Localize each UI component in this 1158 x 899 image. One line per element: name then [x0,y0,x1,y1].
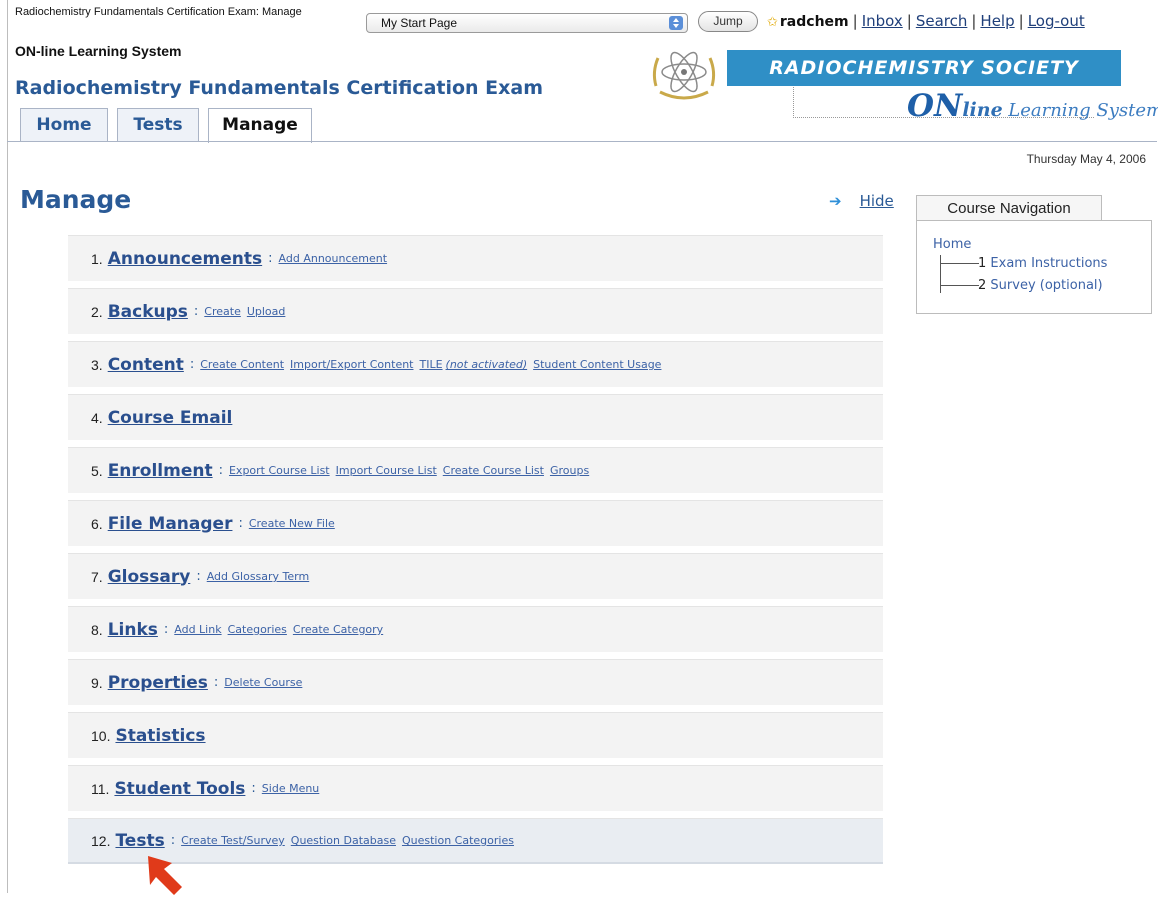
course-title: Radiochemistry Fundamentals Certificatio… [15,77,544,99]
inbox-link[interactable]: Inbox [862,12,903,30]
links-link[interactable]: Links [108,620,158,640]
upload-backup-link[interactable]: Upload [247,305,286,318]
course-navigation-tab[interactable]: Course Navigation [916,195,1102,221]
groups-link[interactable]: Groups [550,464,589,477]
export-course-list-link[interactable]: Export Course List [229,464,330,477]
jump-select-value: My Start Page [381,16,458,30]
announcements-link[interactable]: Announcements [108,249,262,269]
list-item-glossary: 7. Glossary: Add Glossary Term [68,553,883,599]
create-test-survey-link[interactable]: Create Test/Survey [181,834,285,847]
star-icon: ✩ [767,15,778,30]
import-course-list-link[interactable]: Import Course List [336,464,437,477]
course-nav-item-survey[interactable]: 2 Survey (optional) [978,278,1103,293]
tile-not-activated-note: (not activated) [445,358,528,371]
properties-link[interactable]: Properties [108,673,208,693]
student-tools-link[interactable]: Student Tools [114,779,245,799]
current-date: Thursday May 4, 2006 [1026,152,1146,166]
hide-link[interactable]: ➔ Hide [829,192,894,210]
list-item-backups: 2. Backups: Create Upload [68,288,883,334]
delete-course-link[interactable]: Delete Course [224,676,302,689]
page-title: Manage [20,185,132,214]
add-glossary-term-link[interactable]: Add Glossary Term [207,570,310,583]
list-item-properties: 9. Properties: Delete Course [68,659,883,705]
list-item-enrollment: 5. Enrollment: Export Course List Import Co… [68,447,883,493]
list-item-tests: 12. Tests: Create Test/Survey Question Data… [68,818,883,864]
statistics-link[interactable]: Statistics [115,726,205,746]
list-item-announcements: 1. Announcements: Add Announcement [68,235,883,281]
add-link-link[interactable]: Add Link [174,623,221,636]
system-name: ON-line Learning System [15,43,182,59]
list-item-links: 8. Links: Add Link Categories Create Categor… [68,606,883,652]
tabs-divider [7,141,1157,142]
window-title: Radiochemistry Fundamentals Certificatio… [15,6,302,18]
import-export-content-link[interactable]: Import/Export Content [290,358,413,371]
question-categories-link[interactable]: Question Categories [402,834,514,847]
tab-manage[interactable]: Manage [208,108,312,143]
tree-branch [941,285,979,286]
atom-logo-icon [652,51,716,100]
tests-link[interactable]: Tests [115,831,164,851]
red-pointer-arrow-icon [148,856,182,895]
create-content-link[interactable]: Create Content [200,358,284,371]
content-link[interactable]: Content [108,355,184,375]
tile-link[interactable]: TILE [420,358,443,371]
create-course-list-link[interactable]: Create Course List [443,464,544,477]
list-item-file-manager: 6. File Manager: Create New File [68,500,883,546]
question-database-link[interactable]: Question Database [291,834,396,847]
enrollment-link[interactable]: Enrollment [108,461,213,481]
side-menu-link[interactable]: Side Menu [262,782,320,795]
categories-link[interactable]: Categories [228,623,287,636]
create-new-file-link[interactable]: Create New File [249,517,335,530]
search-link[interactable]: Search [916,12,968,30]
jump-button[interactable]: Jump [698,11,758,32]
jump-select[interactable]: My Start Page [366,13,688,33]
create-backup-link[interactable]: Create [204,305,241,318]
course-email-link[interactable]: Course Email [108,408,233,428]
online-learning-logo: ONline Learning System [907,88,1158,124]
tree-branch [941,263,979,264]
list-item-course-email: 4. Course Email [68,394,883,440]
logout-link[interactable]: Log-out [1028,12,1085,30]
create-category-link[interactable]: Create Category [293,623,383,636]
list-item-student-tools: 11. Student Tools: Side Menu [68,765,883,811]
backups-link[interactable]: Backups [108,302,188,322]
select-arrows-icon [669,16,683,30]
user-links: ✩ radchem | Inbox | Search | Help | Log-out [767,12,1085,30]
tab-tests[interactable]: Tests [117,108,199,141]
course-nav-item-exam-instructions[interactable]: 1 Exam Instructions [978,256,1107,271]
glossary-link[interactable]: Glossary [108,567,191,587]
help-link[interactable]: Help [980,12,1014,30]
tree-line [940,255,951,293]
course-navigation-panel: Home 1 Exam Instructions 2 Survey (optio… [916,220,1152,314]
username: radchem [779,14,849,30]
student-content-usage-link[interactable]: Student Content Usage [533,358,661,371]
list-item-statistics: 10. Statistics [68,712,883,758]
society-banner: RADIOCHEMISTRY SOCIETY [727,50,1121,86]
tab-home[interactable]: Home [20,108,108,141]
file-manager-link[interactable]: File Manager [108,514,233,534]
right-arrow-icon: ➔ [829,192,842,210]
add-announcement-link[interactable]: Add Announcement [279,252,388,265]
list-item-content: 3. Content: Create Content Import/Export Co… [68,341,883,387]
course-nav-home-link[interactable]: Home [933,237,971,252]
